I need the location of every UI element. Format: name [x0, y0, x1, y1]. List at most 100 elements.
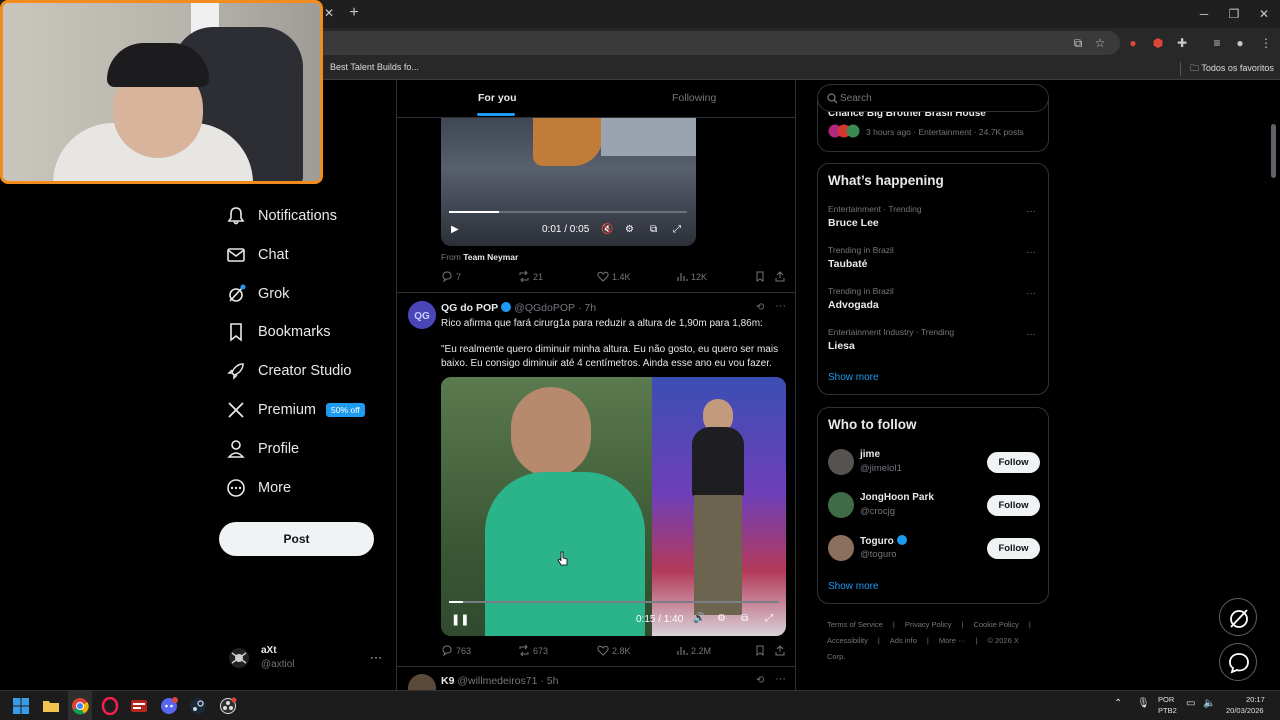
- obs-icon[interactable]: [219, 697, 237, 715]
- keyboard-layout[interactable]: PTB2: [1158, 706, 1177, 715]
- bookmark-button[interactable]: [754, 645, 769, 656]
- tab-following[interactable]: Following: [672, 92, 716, 104]
- grok-explain-icon[interactable]: ⟲: [756, 675, 764, 686]
- like-button[interactable]: 1.4K: [597, 271, 631, 282]
- suggested-account[interactable]: Toguro @toguro Follow: [828, 535, 1040, 565]
- messages-float-button[interactable]: [1219, 643, 1257, 681]
- trend-more-icon[interactable]: ···: [1026, 329, 1036, 340]
- author-handle[interactable]: @QGdoPOP: [514, 302, 575, 314]
- nav-item-bookmarks[interactable]: Bookmarks: [226, 317, 331, 347]
- address-bar[interactable]: [300, 31, 1120, 55]
- footer-link[interactable]: Terms of Service: [827, 620, 883, 629]
- trend-item[interactable]: Trending in Brazil Advogada ···: [828, 286, 1040, 320]
- video-seek-bar[interactable]: [449, 211, 687, 213]
- streaming-app-icon[interactable]: [130, 697, 148, 715]
- input-language[interactable]: POR: [1158, 695, 1174, 704]
- network-icon[interactable]: ▭: [1186, 698, 1195, 709]
- clock-time[interactable]: 20:17: [1246, 695, 1265, 704]
- install-app-icon[interactable]: ⧉: [1070, 35, 1086, 51]
- show-more-link[interactable]: Show more: [828, 372, 879, 383]
- footer-link[interactable]: Privacy Policy: [905, 620, 952, 629]
- views-button[interactable]: 2.2M: [676, 645, 711, 656]
- nav-item-creator-studio[interactable]: Creator Studio: [226, 356, 352, 386]
- all-bookmarks[interactable]: 🗀 Todos os favoritos: [1190, 61, 1274, 77]
- tray-chevron-icon[interactable]: ⌃: [1114, 698, 1122, 709]
- author-name[interactable]: QG do POP: [441, 302, 498, 314]
- profile-icon[interactable]: ●: [1232, 35, 1248, 51]
- nav-item-chat[interactable]: Chat: [226, 240, 289, 270]
- suggested-account[interactable]: JongHoon Park @crocjg Follow: [828, 492, 1040, 522]
- trend-item[interactable]: Entertainment · Trending Bruce Lee ···: [828, 204, 1040, 238]
- reply-button[interactable]: 7: [441, 271, 461, 282]
- nav-item-profile[interactable]: Profile: [226, 434, 299, 464]
- trend-more-icon[interactable]: ···: [1026, 288, 1036, 299]
- microphone-icon[interactable]: 🎙: [1137, 698, 1150, 709]
- avatar[interactable]: [408, 674, 436, 690]
- page-scrollbar[interactable]: [1271, 124, 1276, 178]
- follow-button[interactable]: Follow: [987, 452, 1040, 473]
- pip-icon[interactable]: ⧉: [741, 613, 748, 624]
- close-tab-icon[interactable]: ✕: [322, 6, 336, 20]
- nav-item-more[interactable]: More: [226, 473, 291, 503]
- settings-icon[interactable]: ⚙: [717, 613, 726, 624]
- discord-icon[interactable]: [160, 697, 178, 715]
- tweet-more-icon[interactable]: ···: [775, 673, 786, 685]
- extension-fox-icon[interactable]: ●: [1125, 35, 1141, 51]
- account-switcher[interactable]: aXt @axtiol ···: [228, 644, 388, 674]
- suggested-account[interactable]: jime @jimelol1 Follow: [828, 449, 1040, 479]
- volume-icon[interactable]: 🔊: [693, 613, 705, 624]
- speaker-icon[interactable]: 🔈: [1203, 698, 1215, 709]
- search-input[interactable]: Search: [817, 84, 1049, 112]
- steam-icon[interactable]: [189, 697, 207, 715]
- tweet-video-player[interactable]: ▶ 0:01 / 0:05 🔇 ⚙ ⧉ ⤢: [441, 116, 696, 246]
- footer-link[interactable]: Accessibility: [827, 636, 868, 645]
- star-icon[interactable]: ☆: [1092, 35, 1108, 51]
- repost-button[interactable]: 21: [518, 271, 543, 282]
- author-name[interactable]: K9: [441, 675, 454, 687]
- share-button[interactable]: [774, 271, 789, 282]
- reply-button[interactable]: 763: [441, 645, 471, 656]
- settings-icon[interactable]: ⚙: [625, 224, 634, 235]
- trend-item[interactable]: Trending in Brazil Taubaté ···: [828, 245, 1040, 279]
- author-handle[interactable]: @willmedeiros71: [457, 675, 537, 687]
- nav-item-premium[interactable]: Premium 50% off: [226, 395, 365, 425]
- video-seek-bar[interactable]: [449, 601, 779, 603]
- mute-icon[interactable]: 🔇: [601, 224, 613, 235]
- account-more-icon[interactable]: ···: [370, 650, 382, 664]
- share-button[interactable]: [774, 645, 789, 656]
- trend-item[interactable]: Entertainment Industry · Trending Liesa …: [828, 327, 1040, 361]
- windows-start-icon[interactable]: [12, 697, 30, 715]
- pause-icon[interactable]: ❚❚: [451, 613, 469, 626]
- fullscreen-icon[interactable]: ⤢: [765, 613, 773, 624]
- trend-more-icon[interactable]: ···: [1026, 247, 1036, 258]
- trend-more-icon[interactable]: ···: [1026, 206, 1036, 217]
- file-explorer-icon[interactable]: [42, 697, 60, 715]
- views-button[interactable]: 12K: [676, 271, 707, 282]
- footer-link[interactable]: More ···: [939, 636, 966, 645]
- like-button[interactable]: 2.8K: [597, 645, 631, 656]
- extensions-icon[interactable]: ✚: [1174, 35, 1190, 51]
- restore-icon[interactable]: ❐: [1224, 5, 1244, 23]
- media-icon[interactable]: ≡: [1209, 35, 1225, 51]
- bookmark-item[interactable]: Best Talent Builds fo...: [330, 62, 419, 72]
- grok-explain-icon[interactable]: ⟲: [756, 302, 764, 313]
- avatar[interactable]: QG: [408, 301, 436, 329]
- grok-float-button[interactable]: [1219, 598, 1257, 636]
- tweet-time[interactable]: · 7h: [578, 302, 596, 314]
- repost-button[interactable]: 673: [518, 645, 548, 656]
- tab-for-you[interactable]: For you: [478, 92, 517, 104]
- opera-gx-icon[interactable]: [101, 697, 119, 715]
- nav-item-notifications[interactable]: Notifications: [226, 201, 337, 231]
- tweet-more-icon[interactable]: ···: [775, 300, 786, 312]
- footer-link[interactable]: Ads info: [890, 636, 917, 645]
- tweet-time[interactable]: · 5h: [540, 675, 558, 687]
- bookmark-button[interactable]: [754, 271, 769, 282]
- minimize-icon[interactable]: ─: [1194, 5, 1214, 23]
- window-close-icon[interactable]: ✕: [1254, 5, 1274, 23]
- chrome-icon[interactable]: [71, 697, 89, 715]
- play-icon[interactable]: ▶: [451, 224, 459, 235]
- clock-date[interactable]: 20/03/2026: [1226, 706, 1264, 715]
- show-more-link[interactable]: Show more: [828, 581, 879, 592]
- new-tab-icon[interactable]: +: [346, 5, 362, 21]
- nav-item-grok[interactable]: Grok: [226, 279, 289, 309]
